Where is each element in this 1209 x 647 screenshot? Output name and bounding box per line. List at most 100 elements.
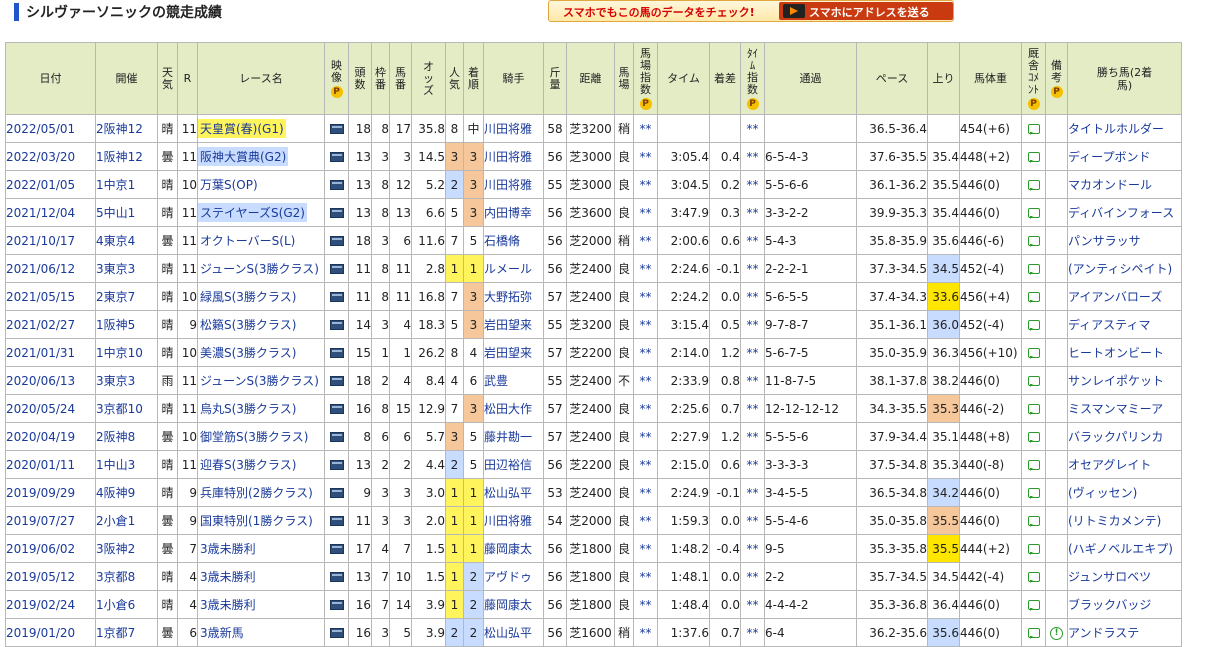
comment-icon[interactable]: [1027, 628, 1040, 639]
baba-index-cell[interactable]: **: [633, 534, 658, 563]
venue-link[interactable]: 1中山3: [95, 450, 158, 479]
winner-link[interactable]: ヒートオンビート: [1067, 338, 1182, 367]
video-cell[interactable]: [324, 562, 349, 591]
jockey-link[interactable]: アヴドゥ: [483, 562, 544, 591]
stable-comment-cell[interactable]: [1021, 310, 1046, 339]
video-icon[interactable]: [329, 572, 344, 582]
venue-link[interactable]: 1中京10: [95, 338, 158, 367]
comment-icon[interactable]: [1027, 292, 1040, 303]
baba-index-cell[interactable]: **: [633, 198, 658, 227]
time-index-cell[interactable]: **: [740, 310, 765, 339]
comment-icon[interactable]: [1027, 600, 1040, 611]
premium-icon[interactable]: P: [330, 85, 343, 98]
time-index-cell[interactable]: **: [740, 394, 765, 423]
send-address-button[interactable]: スマホにアドレスを送る: [779, 2, 953, 20]
race-name-cell[interactable]: ジューンS(3勝クラス): [197, 254, 325, 283]
time-index-cell[interactable]: **: [740, 338, 765, 367]
jockey-link[interactable]: 大野拓弥: [483, 282, 544, 311]
smartphone-banner[interactable]: スマホでもこの馬のデータをチェック! スマホにアドレスを送る: [548, 0, 954, 22]
race-date-link[interactable]: 2021/05/15: [5, 282, 96, 311]
race-name-link[interactable]: 烏丸S(3勝クラス): [199, 399, 299, 418]
stable-comment-cell[interactable]: [1021, 618, 1046, 647]
winner-link[interactable]: アンドラステ: [1067, 618, 1182, 647]
comment-icon[interactable]: [1027, 124, 1040, 135]
time-index-cell[interactable]: **: [740, 506, 765, 535]
time-index-cell[interactable]: **: [740, 450, 765, 479]
video-icon[interactable]: [329, 180, 344, 190]
video-cell[interactable]: [324, 394, 349, 423]
race-name-link[interactable]: 緑風S(3勝クラス): [199, 287, 299, 306]
stable-comment-cell[interactable]: [1021, 590, 1046, 619]
baba-index-cell[interactable]: **: [633, 394, 658, 423]
winner-link[interactable]: アイアンバローズ: [1067, 282, 1182, 311]
stable-comment-cell[interactable]: [1021, 282, 1046, 311]
video-icon[interactable]: [329, 628, 344, 638]
race-date-link[interactable]: 2019/05/12: [5, 562, 96, 591]
time-index-cell[interactable]: **: [740, 478, 765, 507]
race-date-link[interactable]: 2020/06/13: [5, 366, 96, 395]
race-name-link[interactable]: 3歳新馬: [199, 623, 246, 642]
time-index-cell[interactable]: **: [740, 170, 765, 199]
video-cell[interactable]: [324, 534, 349, 563]
video-cell[interactable]: [324, 114, 349, 143]
race-date-link[interactable]: 2022/01/05: [5, 170, 96, 199]
venue-link[interactable]: 4東京4: [95, 226, 158, 255]
race-date-link[interactable]: 2020/04/19: [5, 422, 96, 451]
race-name-link[interactable]: 3歳未勝利: [199, 539, 258, 558]
video-icon[interactable]: [329, 320, 344, 330]
baba-index-cell[interactable]: **: [633, 618, 658, 647]
video-cell[interactable]: [324, 282, 349, 311]
stable-comment-cell[interactable]: [1021, 170, 1046, 199]
video-icon[interactable]: [329, 488, 344, 498]
baba-index-cell[interactable]: **: [633, 282, 658, 311]
video-cell[interactable]: [324, 338, 349, 367]
jockey-link[interactable]: 武豊: [483, 366, 544, 395]
comment-icon[interactable]: [1027, 572, 1040, 583]
venue-link[interactable]: 3東京3: [95, 254, 158, 283]
time-index-cell[interactable]: **: [740, 366, 765, 395]
race-name-link[interactable]: 迎春S(3勝クラス): [199, 455, 299, 474]
stable-comment-cell[interactable]: [1021, 506, 1046, 535]
winner-link[interactable]: (リトミカメンテ): [1067, 506, 1182, 535]
race-date-link[interactable]: 2021/06/12: [5, 254, 96, 283]
winner-link[interactable]: ミスマンマミーア: [1067, 394, 1182, 423]
venue-link[interactable]: 1小倉6: [95, 590, 158, 619]
baba-index-cell[interactable]: **: [633, 478, 658, 507]
comment-icon[interactable]: [1027, 348, 1040, 359]
race-name-cell[interactable]: 万葉S(OP): [197, 170, 325, 199]
time-index-cell[interactable]: **: [740, 282, 765, 311]
video-cell[interactable]: [324, 198, 349, 227]
jockey-link[interactable]: 藤井勘一: [483, 422, 544, 451]
video-icon[interactable]: [329, 124, 344, 134]
winner-link[interactable]: パンサラッサ: [1067, 226, 1182, 255]
time-index-cell[interactable]: **: [740, 198, 765, 227]
video-cell[interactable]: [324, 142, 349, 171]
time-index-cell[interactable]: **: [740, 114, 765, 143]
comment-icon[interactable]: [1027, 432, 1040, 443]
video-icon[interactable]: [329, 544, 344, 554]
stable-comment-cell[interactable]: [1021, 422, 1046, 451]
baba-index-cell[interactable]: **: [633, 422, 658, 451]
video-icon[interactable]: [329, 432, 344, 442]
jockey-link[interactable]: 岩田望来: [483, 310, 544, 339]
race-date-link[interactable]: 2021/02/27: [5, 310, 96, 339]
stable-comment-cell[interactable]: [1021, 394, 1046, 423]
comment-icon[interactable]: [1027, 376, 1040, 387]
winner-link[interactable]: (アンティシペイト): [1067, 254, 1182, 283]
race-name-cell[interactable]: 美濃S(3勝クラス): [197, 338, 325, 367]
race-date-link[interactable]: 2021/10/17: [5, 226, 96, 255]
race-name-cell[interactable]: 阪神大賞典(G2): [197, 142, 325, 171]
stable-comment-cell[interactable]: [1021, 254, 1046, 283]
jockey-link[interactable]: 松山弘平: [483, 618, 544, 647]
baba-index-cell[interactable]: **: [633, 114, 658, 143]
race-date-link[interactable]: 2022/03/20: [5, 142, 96, 171]
time-index-cell[interactable]: **: [740, 254, 765, 283]
jockey-link[interactable]: 石橋脩: [483, 226, 544, 255]
video-cell[interactable]: [324, 618, 349, 647]
baba-index-cell[interactable]: **: [633, 590, 658, 619]
venue-link[interactable]: 5中山1: [95, 198, 158, 227]
time-index-cell[interactable]: **: [740, 226, 765, 255]
race-name-link[interactable]: 美濃S(3勝クラス): [199, 343, 299, 362]
race-name-cell[interactable]: 3歳新馬: [197, 618, 325, 647]
race-name-link[interactable]: 天皇賞(春)(G1): [198, 119, 286, 138]
